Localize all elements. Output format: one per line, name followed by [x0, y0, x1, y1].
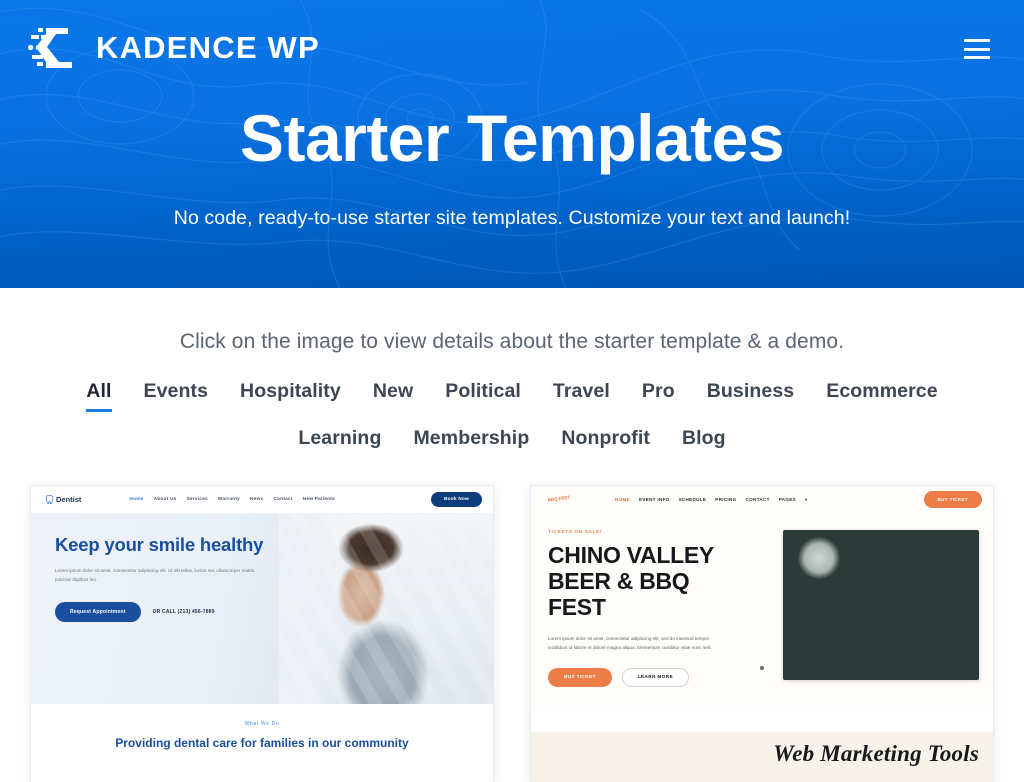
filter-row-secondary: Learning Membership Nonprofit Blog [22, 427, 1002, 459]
dentist-hero-section: Keep your smile healthy Lorem ipsum dolo… [31, 514, 493, 704]
brand-logo-link[interactable]: KADENCE WP [28, 26, 320, 70]
hamburger-line [964, 56, 990, 59]
category-filter-bar: All Events Hospitality New Political Tra… [0, 380, 1024, 459]
dentist-nav-warranty[interactable]: Warranty [218, 497, 240, 502]
bbq-nav-schedule[interactable]: SCHEDULE [679, 497, 707, 502]
brand-wordmark: KADENCE WP [96, 30, 320, 66]
page-title: Starter Templates [239, 101, 785, 175]
dentist-hero-heading: Keep your smile healthy [55, 534, 264, 555]
bbq-nav-links: HOME EVENT INFO SCHEDULE PRICING CONTACT… [615, 497, 807, 502]
site-navbar: KADENCE WP [0, 0, 1024, 70]
dentist-logo: Dentist [45, 494, 82, 505]
filter-tab-events[interactable]: Events [128, 380, 225, 412]
hero-header: KADENCE WP Starter Templates No code, re… [0, 0, 1024, 288]
dentist-phone-text: OR CALL (213) 456-7889 [152, 609, 215, 616]
bbq-nav-pages[interactable]: PAGES [779, 497, 796, 502]
filter-tab-political[interactable]: Political [429, 380, 537, 412]
bbq-logo-text: BBQ FEST [547, 494, 571, 503]
dentist-nav-links: Home About Us Services Warranty News Con… [129, 497, 335, 502]
filter-tab-blog[interactable]: Blog [666, 427, 742, 459]
filter-row-primary: All Events Hospitality New Political Tra… [22, 380, 1002, 412]
dentist-what-we-do-section: What We Do Providing dental care for fam… [31, 704, 493, 782]
bbq-badge-icon: BBQ FEST [546, 489, 572, 511]
hamburger-menu-icon[interactable] [964, 39, 990, 59]
filter-tab-business[interactable]: Business [691, 380, 811, 412]
main-content: Click on the image to view details about… [0, 288, 1024, 782]
filter-tab-all[interactable]: All [70, 380, 127, 412]
dentist-nav-about-us[interactable]: About Us [154, 497, 177, 502]
dentist-preview-navbar: Dentist Home About Us Services Warranty … [31, 486, 493, 514]
dentist-section-eyebrow: What We Do [244, 721, 280, 727]
template-card-dentist[interactable]: Dentist Home About Us Services Warranty … [30, 485, 494, 782]
bbq-hero-heading: CHINO VALLEY BEER & BBQ FEST [548, 542, 714, 620]
dentist-book-now-button[interactable]: Book Now [430, 492, 482, 507]
brand-name-primary: KADENCE [96, 30, 258, 65]
bbq-footer-section: Web Marketing Tools [531, 732, 993, 782]
bbq-nav-contact[interactable]: CONTACT [745, 497, 769, 502]
bbq-nav-event-info[interactable]: EVENT INFO [639, 497, 670, 502]
bbq-hero-section: TICKETS ON SALE! CHINO VALLEY BEER & BBQ… [531, 513, 993, 706]
filter-tab-new[interactable]: New [357, 380, 429, 412]
filter-tab-learning[interactable]: Learning [282, 427, 397, 459]
instruction-text: Click on the image to view details about… [179, 330, 845, 353]
kadence-k-mark-icon [28, 28, 72, 68]
dentist-section-heading: Providing dental care for families in ou… [115, 736, 409, 750]
filter-tab-nonprofit[interactable]: Nonprofit [545, 427, 666, 459]
dentist-nav-home[interactable]: Home [129, 497, 143, 502]
filter-tab-pro[interactable]: Pro [626, 380, 691, 412]
bbq-learn-more-button[interactable]: LEARN MORE [621, 667, 689, 687]
bbq-preview-navbar: BBQ FEST HOME EVENT INFO SCHEDULE PRICIN… [531, 486, 993, 513]
dentist-nav-contact[interactable]: Contact [273, 497, 292, 502]
dental-hygienist-photo [279, 514, 493, 704]
carousel-dot-indicator[interactable] [760, 666, 764, 670]
bbq-nav-pricing[interactable]: PRICING [715, 497, 736, 502]
bbq-buy-ticket-button[interactable]: BUY TICKET [548, 667, 612, 687]
page-subtitle: No code, ready-to-use starter site templ… [173, 207, 851, 230]
bbq-meat-cutting-board-photo [783, 530, 979, 680]
chevron-down-icon: ▾ [804, 497, 808, 502]
hamburger-line [964, 47, 990, 51]
dentist-nav-new-patients[interactable]: New Patients [303, 497, 335, 502]
dentist-nav-news[interactable]: News [250, 497, 263, 502]
brand-name-secondary: WP [267, 30, 320, 65]
bbq-footer-heading: Web Marketing Tools [773, 741, 979, 766]
dentist-hero-copy: Keep your smile healthy Lorem ipsum dolo… [55, 534, 265, 623]
filter-tab-travel[interactable]: Travel [537, 380, 626, 412]
bbq-hero-paragraph: Lorem ipsum dolor sit amet, consectetur … [548, 636, 712, 651]
dentist-hero-cta-group: Request Appointment OR CALL (213) 456-78… [55, 602, 265, 623]
request-appointment-button[interactable]: Request Appointment [55, 602, 141, 623]
bbq-nav-home[interactable]: HOME [615, 497, 630, 502]
template-card-bbq-fest[interactable]: BBQ FEST HOME EVENT INFO SCHEDULE PRICIN… [530, 485, 994, 782]
template-card-grid: Dentist Home About Us Services Warranty … [0, 485, 1024, 782]
filter-tab-ecommerce[interactable]: Ecommerce [810, 380, 953, 412]
filter-tab-hospitality[interactable]: Hospitality [224, 380, 357, 412]
tooth-icon [45, 494, 54, 504]
dentist-hero-paragraph: Lorem ipsum dolor sit amet, consectetur … [55, 568, 256, 583]
bbq-buy-ticket-nav-button[interactable]: BUY TICKET [923, 491, 982, 508]
dentist-nav-services[interactable]: Services [186, 497, 207, 502]
dentist-logo-text: Dentist [56, 495, 82, 504]
hamburger-line [964, 39, 990, 42]
filter-tab-membership[interactable]: Membership [397, 427, 545, 459]
